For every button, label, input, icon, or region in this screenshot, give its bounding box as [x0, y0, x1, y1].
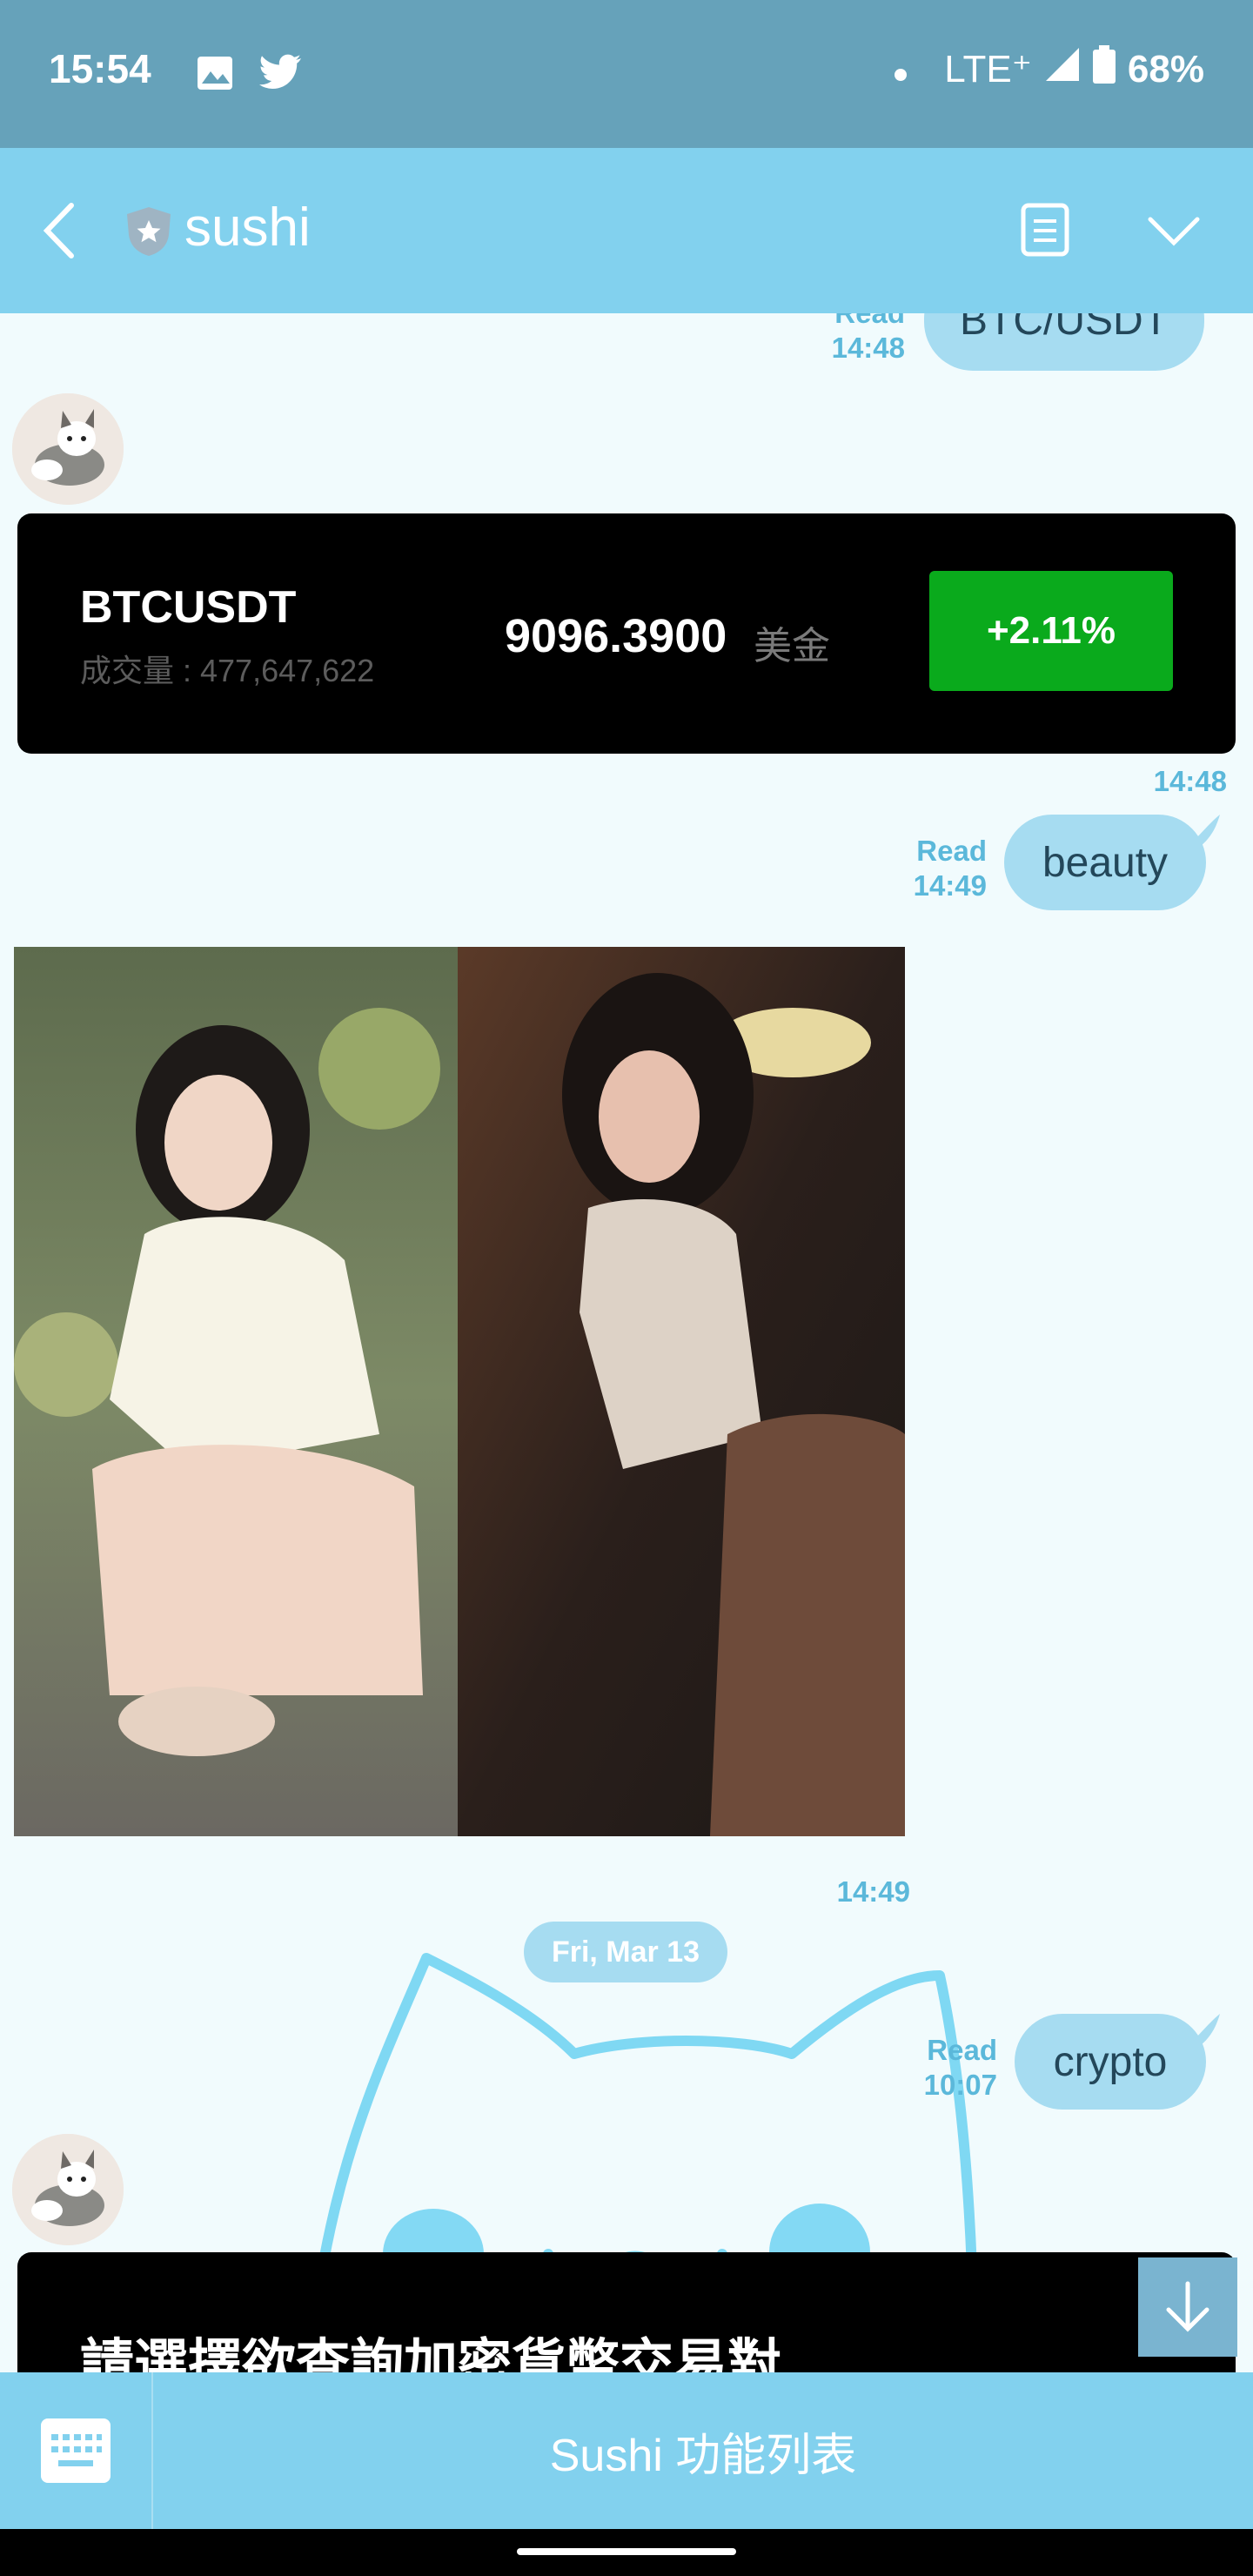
notes-icon[interactable]	[1020, 202, 1070, 262]
change-badge[interactable]: +2.11%	[929, 571, 1173, 691]
message-time: 10:07	[923, 2069, 997, 2101]
image-icon	[197, 56, 233, 95]
shield-star-icon	[125, 205, 172, 262]
bottom-menu-bar: Sushi 功能列表	[0, 2372, 1253, 2529]
system-nav-bar	[0, 2529, 1253, 2576]
avatar[interactable]	[12, 2134, 124, 2245]
dot-icon	[894, 48, 908, 91]
menu-label: Sushi 功能列表	[549, 2430, 857, 2481]
home-indicator[interactable]	[517, 2548, 736, 2555]
ticker-price: 9096.3900	[505, 610, 727, 662]
battery-icon	[1092, 45, 1116, 93]
outgoing-message[interactable]: BTC/USDT	[924, 313, 1204, 371]
scroll-to-bottom-button[interactable]	[1138, 2257, 1237, 2357]
chat-header: sushi	[0, 148, 1253, 313]
bubble-tail-icon	[1194, 2014, 1220, 2045]
read-receipt: Read	[916, 835, 987, 867]
read-receipt: Read	[783, 313, 905, 331]
message-meta: Read 14:49	[870, 834, 987, 903]
chevron-down-icon[interactable]	[1147, 216, 1201, 252]
status-time: 15:54	[49, 46, 151, 91]
photo-left	[14, 947, 905, 1836]
keyboard-icon	[41, 2418, 111, 2483]
arrow-down-icon	[1166, 2281, 1209, 2332]
outgoing-message[interactable]: beauty	[1004, 815, 1206, 910]
chat-area[interactable]: Read 14:48 BTC/USDT BTCUSDT 成交量 : 477,64…	[0, 313, 1253, 2372]
date-label: Fri, Mar 13	[551, 1935, 700, 1969]
message-time: 14:49	[836, 1875, 910, 1908]
twitter-icon	[259, 54, 303, 95]
ticker-volume: 成交量 : 477,647,622	[80, 653, 375, 688]
keyboard-button[interactable]	[0, 2372, 153, 2529]
crypto-select-card[interactable]: 請選擇欲查詢加密貨幣交易對	[17, 2252, 1236, 2372]
ticker-symbol: BTCUSDT	[80, 582, 297, 633]
bubble-tail-icon	[1194, 815, 1220, 846]
change-value: +2.11%	[986, 609, 1116, 652]
signal-icon	[1044, 46, 1081, 92]
chat-title: sushi	[184, 198, 311, 258]
ticker-currency: 美金	[754, 625, 830, 667]
back-icon[interactable]	[42, 202, 77, 264]
outgoing-message[interactable]: crypto	[1015, 2014, 1206, 2110]
card-title: 請選擇欲查詢加密貨幣交易對	[80, 2335, 782, 2372]
ticker-card[interactable]: BTCUSDT 成交量 : 477,647,622 9096.3900 美金 +…	[17, 513, 1236, 754]
network-type: LTE⁺	[944, 48, 1032, 91]
message-meta: Read 10:07	[879, 2033, 997, 2103]
battery-level: 68%	[1127, 47, 1204, 91]
message-text: beauty	[1042, 839, 1169, 886]
avatar[interactable]	[12, 393, 124, 505]
message-time: 14:49	[913, 869, 987, 902]
message-meta: Read 14:48	[783, 313, 905, 366]
status-bar: 15:54 LTE⁺ 68%	[0, 0, 1253, 148]
date-chip: Fri, Mar 13	[524, 1922, 727, 1982]
message-text: BTC/USDT	[960, 313, 1169, 344]
read-receipt: Read	[927, 2034, 997, 2066]
sushi-menu-button[interactable]: Sushi 功能列表	[153, 2372, 1253, 2529]
status-right: LTE⁺ 68%	[894, 45, 1204, 93]
message-time: 14:48	[831, 332, 905, 364]
photo-message[interactable]	[14, 947, 905, 1836]
message-text: crypto	[1053, 2038, 1168, 2085]
message-time: 14:48	[1153, 765, 1227, 797]
